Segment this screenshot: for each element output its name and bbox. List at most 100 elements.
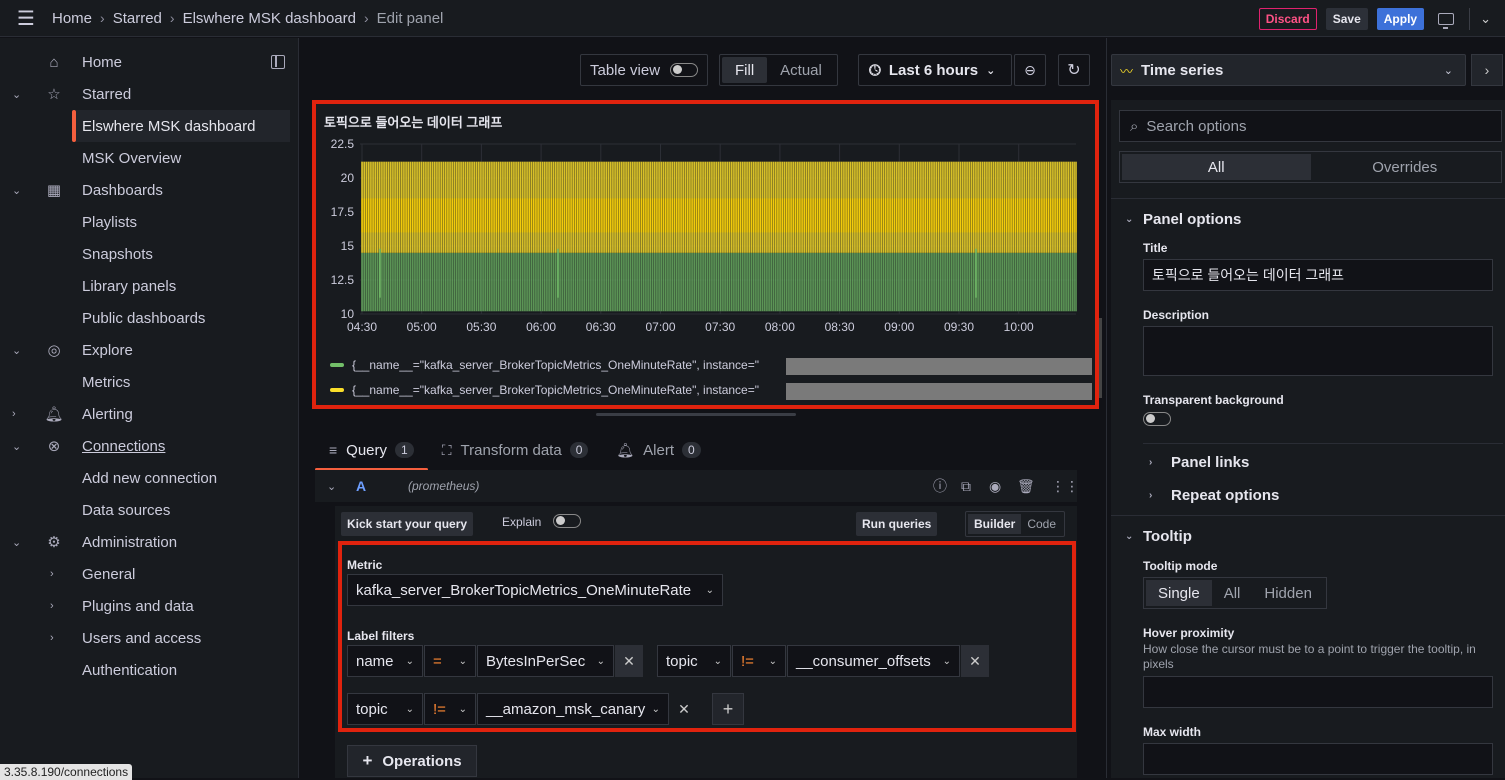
filter-value-select[interactable]: __consumer_offsets ⌄ [787,645,960,677]
chevron-right-icon[interactable]: › [12,408,16,420]
explain-toggle[interactable] [553,514,581,528]
filter-label-select[interactable]: name ⌄ [347,645,423,677]
eye-icon[interactable]: ◉ [989,478,1001,495]
visualization-picker[interactable]: 〰 Time series ⌄ [1111,54,1466,86]
apply-button[interactable]: Apply [1376,7,1425,30]
search-options-input[interactable]: ⌕ Search options [1119,110,1502,142]
remove-filter-icon[interactable]: ✕ [670,693,698,725]
table-view-switch[interactable] [670,63,699,77]
sidebar-item-users-and-access[interactable]: › Users and access [0,622,299,654]
max-width-input[interactable] [1143,743,1493,775]
sidebar-item-starred[interactable]: ⌄ ☆ Starred [0,78,299,110]
filter-operator-select[interactable]: != ⌄ [424,693,476,725]
metric-select[interactable]: kafka_server_BrokerTopicMetrics_OneMinut… [347,574,723,606]
scrollbar[interactable] [1099,318,1102,398]
trash-icon[interactable]: 🗑︎ [1017,478,1035,495]
sidebar-item-alerting[interactable]: › 🔔︎ Alerting [0,398,299,430]
filter-value-select[interactable]: BytesInPerSec ⌄ [477,645,614,677]
sidebar-item-data-sources[interactable]: Data sources [0,494,299,526]
sidebar-item-add-new-connection[interactable]: Add new connection [0,462,299,494]
query-ref-id[interactable]: A [356,478,366,494]
chevron-down-icon[interactable]: ⌄ [12,184,21,197]
help-icon[interactable]: ⓘ [933,476,947,496]
drag-handle-icon[interactable]: ⋮⋮ [1051,478,1079,495]
search-placeholder: Search options [1146,117,1247,135]
breadcrumb-dashboard[interactable]: Elswhere MSK dashboard [183,10,356,27]
chevron-down-icon[interactable]: ⌄ [12,344,21,357]
filter-label-value: name [356,652,394,670]
chevron-down-icon[interactable]: ⌄ [12,536,21,549]
sidebar-item-plugins-and-data[interactable]: › Plugins and data [0,590,299,622]
filter-label-select[interactable]: topic ⌄ [347,693,423,725]
section-label: Panel links [1171,453,1250,471]
builder-option[interactable]: Builder [968,514,1022,534]
tooltip-mode-single[interactable]: Single [1146,580,1212,606]
sidebar-item-home[interactable]: ⌂ Home [0,46,299,78]
description-textarea[interactable] [1143,326,1493,376]
sidebar-item-authentication[interactable]: Authentication [0,654,299,686]
breadcrumb-starred[interactable]: Starred [113,10,162,27]
discard-button[interactable]: Discard [1258,7,1317,30]
filter-operator-select[interactable]: != ⌄ [732,645,786,677]
tooltip-mode-all[interactable]: All [1212,580,1253,606]
legend-item[interactable]: {__name__="kafka_server_BrokerTopicMetri… [330,358,759,372]
legend-item[interactable]: {__name__="kafka_server_BrokerTopicMetri… [330,383,759,397]
overrides-option[interactable]: Overrides [1311,154,1500,180]
sidebar-item-snapshots[interactable]: Snapshots [0,238,299,270]
chevron-down-icon[interactable]: ⌄ [1480,11,1491,27]
section-panel-options[interactable]: ⌄ Panel options [1111,207,1505,231]
all-option[interactable]: All [1122,154,1311,180]
sidebar-item-msk-overview[interactable]: MSK Overview [0,142,299,174]
tab-query[interactable]: ≡ Query 1 [315,434,428,471]
sidebar-item-library-panels[interactable]: Library panels [0,270,299,302]
sidebar-item-elswhere-msk-dashboard[interactable]: Elswhere MSK dashboard [76,110,290,142]
tab-alert[interactable]: 🔔︎ Alert 0 [602,434,714,466]
section-tooltip[interactable]: ⌄ Tooltip [1111,524,1505,548]
sidebar-item-connections[interactable]: ⌄ ⊗ Connections [0,430,299,462]
table-view-toggle[interactable]: Table view [580,54,709,86]
fill-option[interactable]: Fill [722,57,768,83]
zoom-out-button[interactable]: ⊖ [1014,54,1046,86]
kick-start-button[interactable]: Kick start your query [341,512,474,536]
collapse-chevron-icon[interactable]: ⌄ [327,480,336,493]
remove-filter-icon[interactable]: ✕ [961,645,989,677]
hover-proximity-input[interactable] [1143,676,1493,708]
filter-value-select[interactable]: __amazon_msk_canary ⌄ [477,693,669,725]
collapse-pane-icon[interactable]: › [1471,54,1503,86]
remove-filter-icon[interactable]: ✕ [615,645,643,677]
duplicate-icon[interactable]: ⧉ [961,478,971,495]
transparent-toggle[interactable] [1143,412,1171,426]
tooltip-mode-hidden[interactable]: Hidden [1252,580,1324,606]
sidebar-item-metrics[interactable]: Metrics [0,366,299,398]
sidebar-item-general[interactable]: › General [0,558,299,590]
sidebar-item-explore[interactable]: ⌄ ◎ Explore [0,334,299,366]
breadcrumb-home[interactable]: Home [52,10,92,27]
code-option[interactable]: Code [1021,514,1062,534]
title-input[interactable]: 토픽으로 들어오는 데이터 그래프 [1143,259,1493,291]
section-panel-links[interactable]: › Panel links [1111,450,1505,474]
tv-mode-icon[interactable] [1438,12,1455,29]
run-queries-button[interactable]: Run queries [856,512,938,536]
time-picker[interactable]: 🕓︎ Last 6 hours ⌄ [858,54,1012,86]
chevron-right-icon[interactable]: › [50,600,54,612]
filter-label-select[interactable]: topic ⌄ [657,645,731,677]
actual-option[interactable]: Actual [767,57,835,83]
menu-icon[interactable]: ☰ [0,6,52,31]
save-button[interactable]: Save [1325,7,1368,30]
chevron-down-icon[interactable]: ⌄ [12,440,21,453]
chevron-right-icon[interactable]: › [50,632,54,644]
operations-button[interactable]: + Operations [347,745,477,777]
sidebar-item-public-dashboards[interactable]: Public dashboards [0,302,299,334]
chevron-down-icon[interactable]: ⌄ [12,88,21,101]
section-repeat-options[interactable]: › Repeat options [1111,483,1505,507]
filter-operator-select[interactable]: = ⌄ [424,645,476,677]
sidebar-item-administration[interactable]: ⌄ ⚙ Administration [0,526,299,558]
sidebar-item-playlists[interactable]: Playlists [0,206,299,238]
sidebar-item-dashboards[interactable]: ⌄ ▦ Dashboards [0,174,299,206]
resize-handle[interactable] [596,413,796,416]
add-filter-button[interactable]: + [712,693,744,725]
tab-transform-data[interactable]: ⛶ Transform data 0 [428,434,603,466]
chevron-right-icon[interactable]: › [50,568,54,580]
sidebar-item-label: Users and access [82,629,202,647]
refresh-button[interactable]: ↻ [1058,54,1090,86]
